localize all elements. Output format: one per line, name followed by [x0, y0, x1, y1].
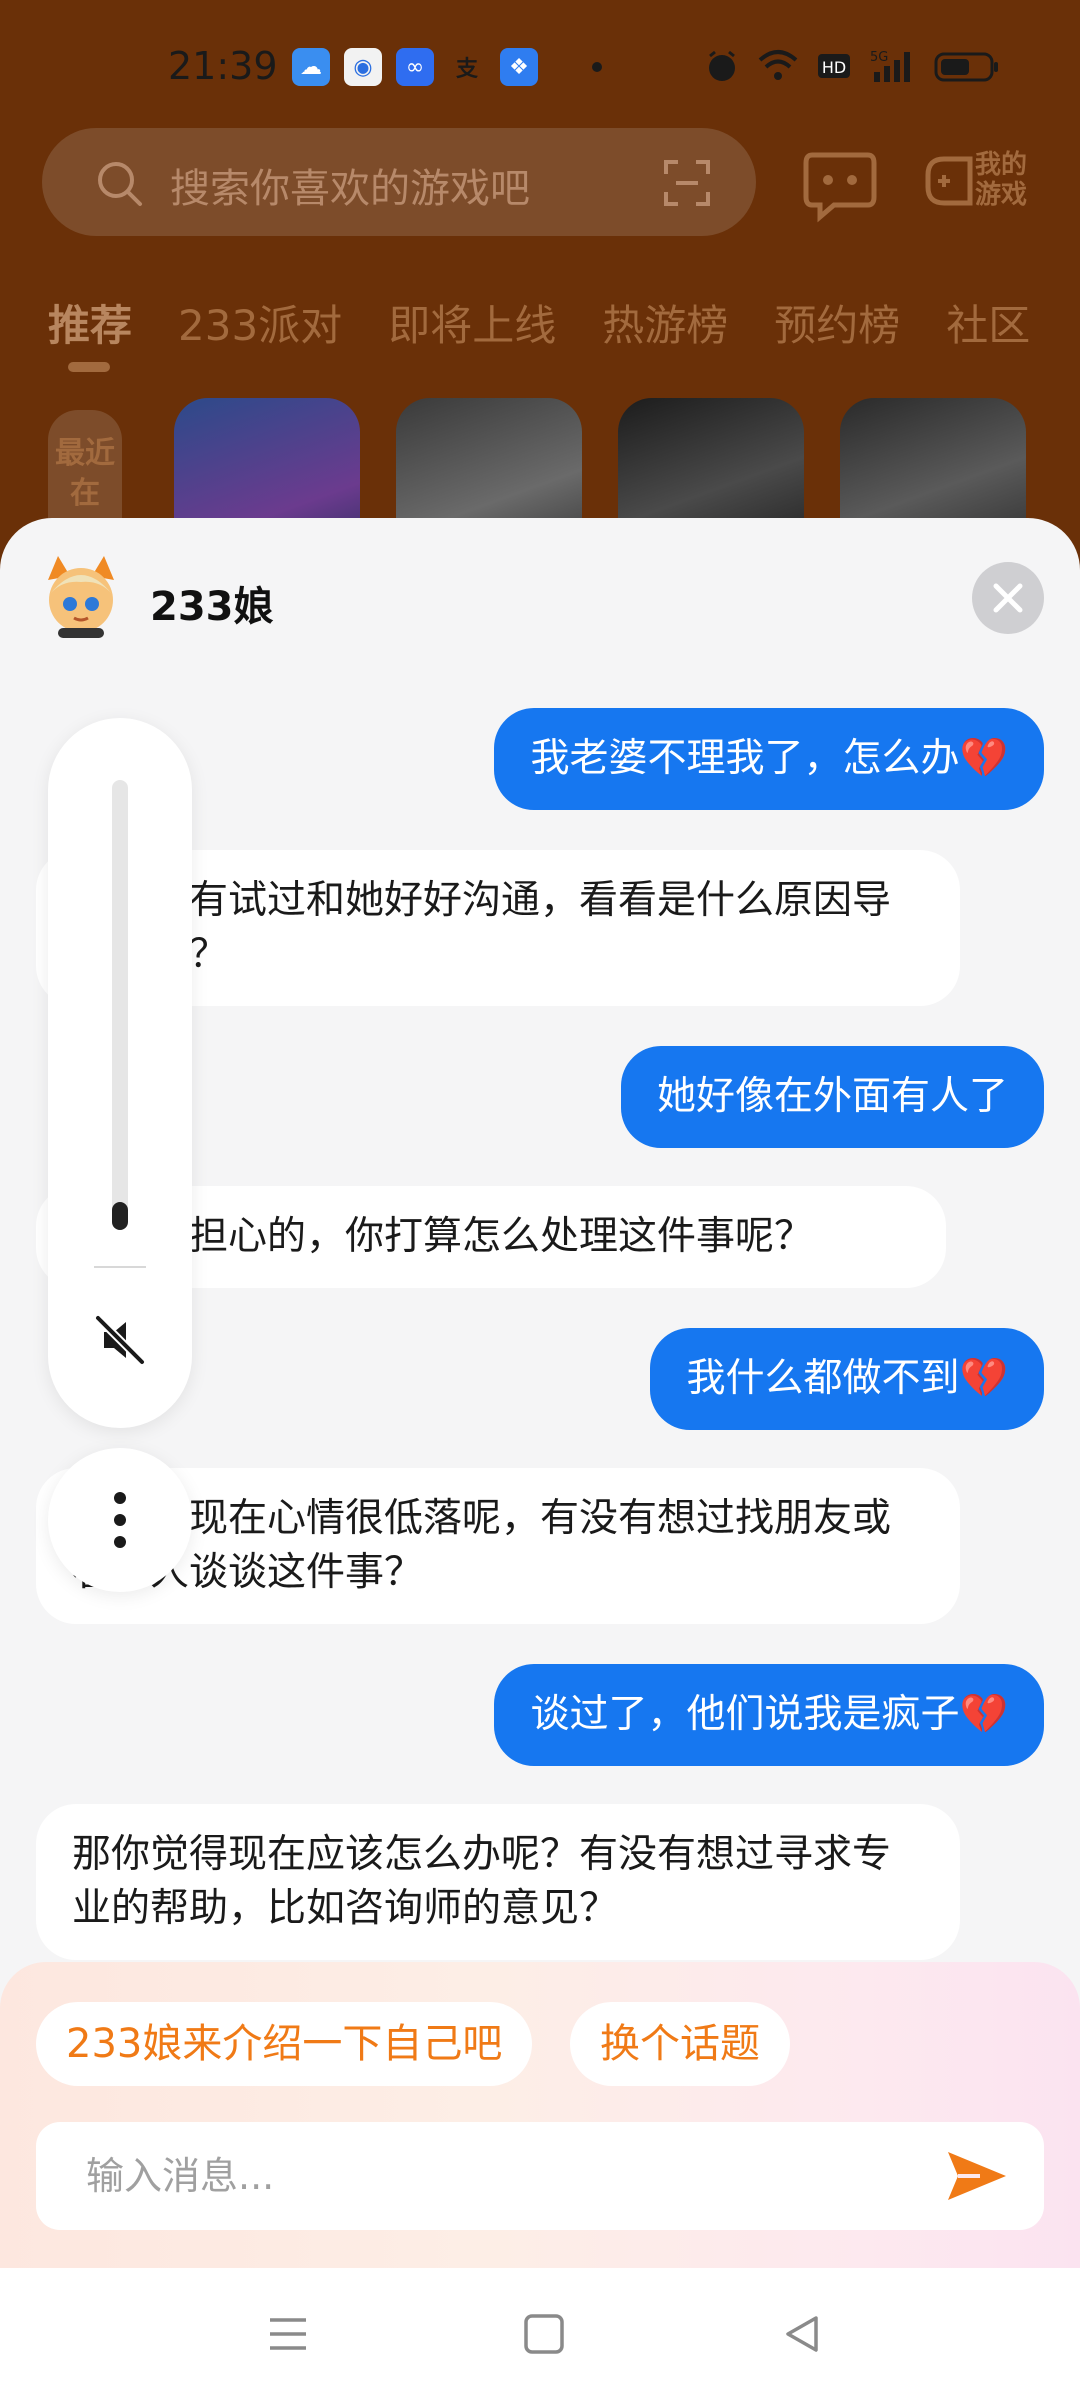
- tab-coming-soon[interactable]: 即将上线: [388, 292, 556, 353]
- user-message[interactable]: 我老婆不理我了，怎么办💔: [494, 708, 1044, 810]
- volume-more-button[interactable]: [48, 1448, 192, 1592]
- user-message[interactable]: 谈过了，他们说我是疯子💔: [494, 1664, 1044, 1766]
- status-bar: 21:39 ☁ ◉ ∞ 支 ❖ HD 5G: [0, 0, 1080, 130]
- wifi-icon: [758, 50, 798, 80]
- avatar: [48, 556, 114, 638]
- suggestion-chip[interactable]: 233娘来介绍一下自己吧: [36, 2002, 533, 2086]
- notification-dot: [592, 62, 602, 72]
- status-right-icons: HD 5G: [704, 48, 1000, 84]
- my-games-icon[interactable]: [920, 145, 980, 215]
- more-vertical-icon: [114, 1492, 126, 1548]
- svg-text:5G: 5G: [870, 50, 888, 65]
- menu-icon[interactable]: [266, 2312, 310, 2356]
- volume-slider[interactable]: [112, 780, 128, 1230]
- status-time: 21:39: [168, 44, 278, 88]
- tab-hot-games[interactable]: 热游榜: [602, 292, 728, 353]
- tab-indicator: [68, 362, 110, 372]
- tab-233-party[interactable]: 233派对: [178, 292, 342, 353]
- search-app-icon: ◉: [344, 48, 382, 86]
- back-icon[interactable]: [780, 2312, 824, 2356]
- close-icon: [993, 583, 1023, 613]
- volume-level: [112, 1202, 128, 1230]
- tab-recommend[interactable]: 推荐: [48, 292, 132, 353]
- compose-area: 233娘来介绍一下自己吧 换个话题: [0, 1962, 1080, 2268]
- message-input[interactable]: [36, 2122, 1044, 2230]
- chat-title: 233娘: [150, 584, 274, 630]
- search-icon: [98, 162, 142, 206]
- volume-panel[interactable]: [48, 718, 192, 1428]
- send-icon[interactable]: [946, 2148, 1008, 2204]
- suggestion-chip[interactable]: 换个话题: [570, 2002, 790, 2086]
- search-placeholder: 搜索你喜欢的游戏吧: [170, 166, 530, 212]
- my-games-label[interactable]: 我的游戏: [975, 150, 1035, 210]
- tab-reservation[interactable]: 预约榜: [774, 292, 900, 353]
- bot-message[interactable]: 那你觉得现在应该怎么办呢？有没有想过寻求专业的帮助，比如咨询师的意见？: [36, 1804, 960, 1960]
- infinity-app-icon: ∞: [396, 48, 434, 86]
- home-icon[interactable]: [522, 2312, 566, 2356]
- weather-icon: ☁: [292, 48, 330, 86]
- system-nav-bar: [0, 2268, 1080, 2400]
- top-tabs: 推荐 233派对 即将上线 热游榜 预约榜 社区: [48, 292, 1030, 353]
- alipay-icon: 支: [455, 57, 478, 82]
- hd-icon: HD: [818, 54, 850, 78]
- 5g-signal-icon: 5G: [870, 50, 910, 82]
- message-icon[interactable]: [800, 145, 880, 225]
- chat-header: 233娘: [0, 518, 1080, 678]
- scan-icon[interactable]: [662, 158, 712, 208]
- link-app-icon: ❖: [500, 48, 538, 86]
- tab-community[interactable]: 社区: [946, 292, 1030, 353]
- status-app-icons: ☁ ◉ ∞ 支 ❖: [292, 48, 602, 86]
- svg-text:HD: HD: [822, 58, 846, 77]
- game-search-bar[interactable]: 搜索你喜欢的游戏吧: [42, 128, 756, 236]
- volume-divider: [94, 1266, 146, 1268]
- alarm-icon: [709, 50, 735, 81]
- battery-icon: [934, 52, 998, 82]
- user-message[interactable]: 她好像在外面有人了: [620, 1046, 1044, 1148]
- close-button[interactable]: [972, 562, 1044, 634]
- user-message[interactable]: 我什么都做不到💔: [650, 1328, 1044, 1430]
- speaker-muted-icon[interactable]: [90, 1310, 150, 1370]
